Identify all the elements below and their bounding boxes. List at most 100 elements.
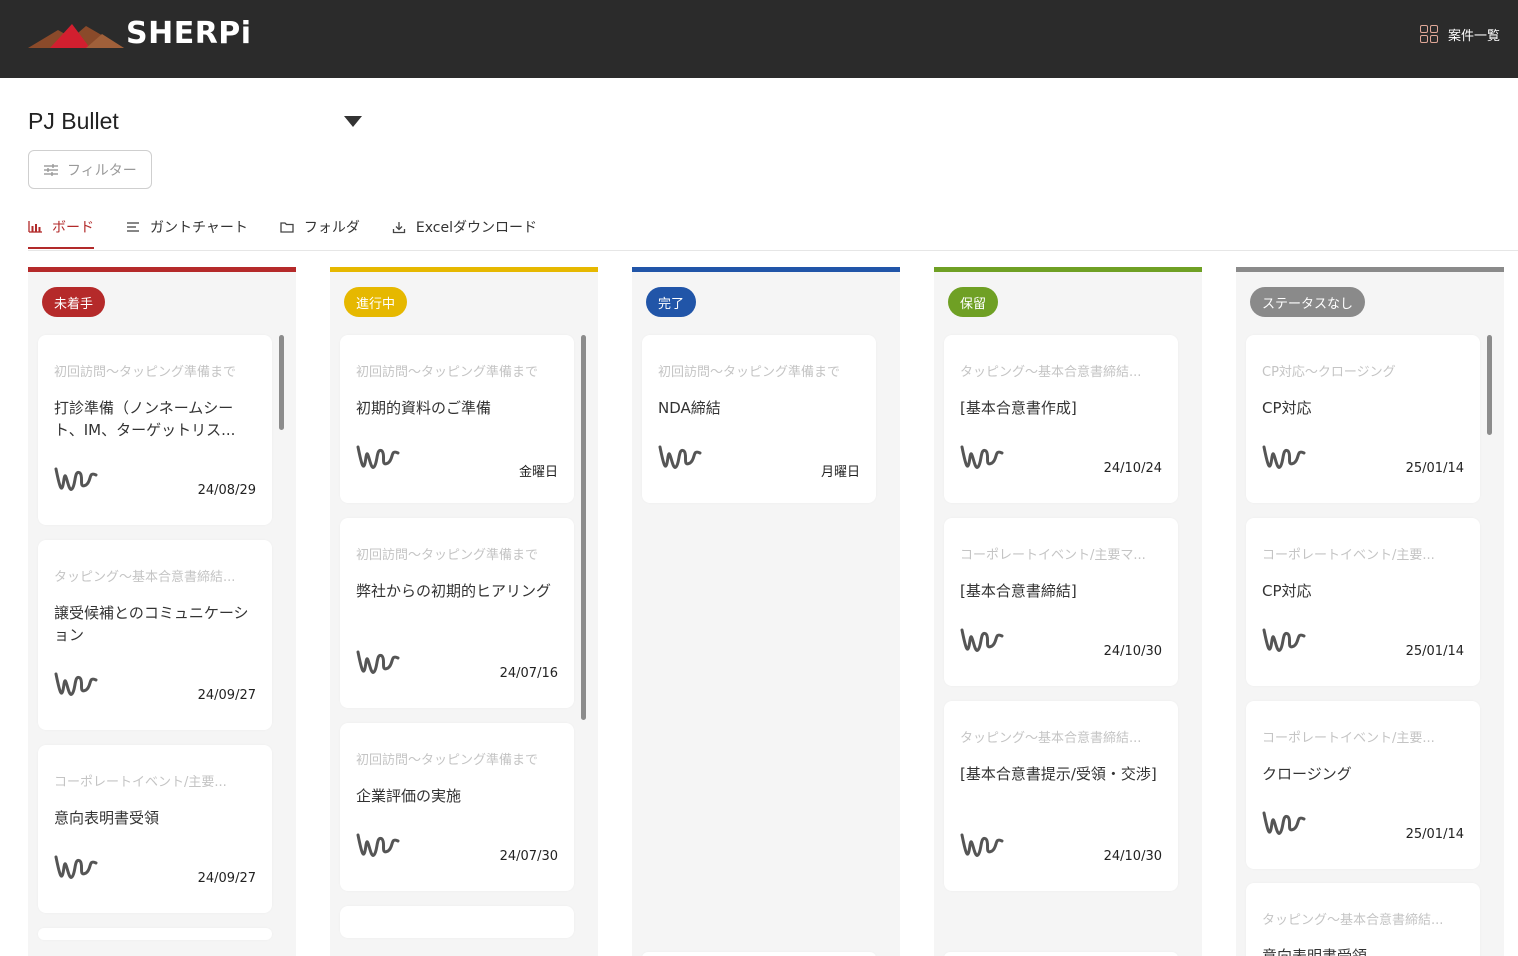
card-due-date: 24/07/30 <box>499 849 558 864</box>
assignee-signature-icon <box>54 467 98 491</box>
task-card[interactable]: タッピング〜基本合意書締結... 意向表明書受領 <box>1246 883 1480 956</box>
column-done: 完了 初回訪問〜タッピング準備まで NDA締結 月曜日 <box>632 267 900 956</box>
assignee-signature-icon <box>356 650 400 674</box>
task-card[interactable]: CP対応〜クロージング CP対応 25/01/14 <box>1246 335 1480 503</box>
tab-gantt[interactable]: ガントチャート <box>126 214 248 240</box>
card-title: NDA締結 <box>658 399 721 417</box>
gantt-icon <box>127 222 139 232</box>
task-card[interactable]: コーポレートイベント/主要マ... [基本合意書締結] 24/10/30 <box>944 518 1178 686</box>
task-card[interactable] <box>340 906 574 938</box>
card-phase: タッピング〜基本合意書締結... <box>54 570 236 585</box>
column-on-hold: 保留 タッピング〜基本合意書締結... [基本合意書作成] 24/10/24 コ… <box>934 267 1202 956</box>
tabs-divider <box>28 250 1518 251</box>
tab-gantt-label: ガントチャート <box>150 220 248 236</box>
top-bar: SHERPi 案件一覧 <box>0 0 1518 78</box>
tab-excel-download[interactable]: Excelダウンロード <box>392 214 537 240</box>
task-card[interactable]: タッピング〜基本合意書締結... 譲受候補とのコミュニケーション 24/09/2… <box>38 540 272 730</box>
card-title: 譲受候補とのコミュニケーション <box>54 604 249 644</box>
task-card[interactable]: 初回訪問〜タッピング準備まで NDA締結 月曜日 <box>642 335 876 503</box>
column-scrollbar[interactable] <box>581 335 586 720</box>
assignee-signature-icon <box>54 855 98 879</box>
card-due-date: 25/01/14 <box>1405 827 1464 842</box>
column-in-progress: 進行中 初回訪問〜タッピング準備まで 初期的資料のご準備 金曜日 初回訪問〜タッ… <box>330 267 598 956</box>
card-phase: コーポレートイベント/主要... <box>1262 548 1435 563</box>
card-title: 意向表明書受領 <box>1262 947 1368 956</box>
card-phase: タッピング〜基本合意書締結... <box>960 365 1142 380</box>
card-phase: 初回訪問〜タッピング準備まで <box>658 365 841 380</box>
task-card[interactable]: コーポレートイベント/主要... クロージング 25/01/14 <box>1246 701 1480 869</box>
card-title: 企業評価の実施 <box>356 787 462 805</box>
assignee-signature-icon <box>356 445 400 469</box>
card-title: [基本合意書作成] <box>960 399 1077 417</box>
grid-icon <box>1419 25 1438 43</box>
project-name[interactable]: PJ Bullet <box>28 108 119 135</box>
card-title: CP対応 <box>1262 399 1312 417</box>
assignee-signature-icon <box>1262 628 1306 652</box>
status-badge: 未着手 <box>42 287 106 317</box>
status-badge: 進行中 <box>344 287 408 317</box>
status-badge: 保留 <box>948 287 999 317</box>
mountain-logo-icon <box>28 24 124 48</box>
card-title: クロージング <box>1262 765 1352 783</box>
task-card[interactable]: 初回訪問〜タッピング準備まで 弊社からの初期的ヒアリング 24/07/16 <box>340 518 574 708</box>
tab-folder-label: フォルダ <box>303 220 360 236</box>
assignee-signature-icon <box>960 833 1004 857</box>
task-card[interactable]: コーポレートイベント/主要... 意向表明書受領 24/09/27 <box>38 745 272 913</box>
card-due-date: 月曜日 <box>820 465 860 480</box>
card-due-date: 24/08/29 <box>197 483 256 498</box>
tab-board[interactable]: ボード <box>28 214 94 249</box>
folder-icon <box>280 222 294 233</box>
card-title: CP対応 <box>1262 582 1312 600</box>
view-tabs: ボード ガントチャート フォルダ Excelダウンロード <box>28 214 569 250</box>
assignee-signature-icon <box>356 833 400 857</box>
card-due-date: 24/10/24 <box>1103 461 1162 476</box>
column-scrollbar[interactable] <box>1487 335 1492 435</box>
card-phase: 初回訪問〜タッピング準備まで <box>356 548 539 563</box>
card-phase: 初回訪問〜タッピング準備まで <box>356 753 539 768</box>
card-due-date: 24/09/27 <box>197 688 256 703</box>
caret-down-icon[interactable] <box>344 116 362 127</box>
card-title: [基本合意書提示/受領・交渉] <box>960 765 1157 783</box>
column-no-status: ステータスなし CP対応〜クロージング CP対応 25/01/14 コーポレート… <box>1236 267 1504 956</box>
task-card[interactable] <box>642 952 876 956</box>
card-phase: コーポレートイベント/主要マ... <box>960 548 1146 563</box>
assignee-signature-icon <box>1262 811 1306 835</box>
tab-excel-download-label: Excelダウンロード <box>415 220 537 236</box>
assignee-signature-icon <box>1262 445 1306 469</box>
assignee-signature-icon <box>960 628 1004 652</box>
card-due-date: 金曜日 <box>518 465 558 480</box>
task-card[interactable]: 初回訪問〜タッピング準備まで 打診準備（ノンネームシート、IM、ターゲットリス.… <box>38 335 272 525</box>
card-title: [基本合意書締結] <box>960 582 1077 600</box>
logo-text: SHERPi <box>126 16 252 51</box>
filter-button[interactable]: フィルター <box>28 150 152 189</box>
card-phase: コーポレートイベント/主要... <box>54 775 227 790</box>
sherpi-logo[interactable]: SHERPi <box>28 14 268 54</box>
card-title: 打診準備（ノンネームシート、IM、ターゲットリス... <box>54 399 236 439</box>
task-card[interactable]: 初回訪問〜タッピング準備まで 初期的資料のご準備 金曜日 <box>340 335 574 503</box>
column-scrollbar[interactable] <box>279 335 284 430</box>
download-icon <box>392 221 406 233</box>
project-list-label: 案件一覧 <box>1447 28 1500 44</box>
project-list-link[interactable]: 案件一覧 <box>1419 22 1500 46</box>
card-phase: 初回訪問〜タッピング準備まで <box>356 365 539 380</box>
task-card[interactable]: タッピング〜基本合意書締結... [基本合意書作成] 24/10/24 <box>944 335 1178 503</box>
column-not-started: 未着手 初回訪問〜タッピング準備まで 打診準備（ノンネームシート、IM、ターゲッ… <box>28 267 296 956</box>
card-title: 弊社からの初期的ヒアリング <box>356 582 552 600</box>
card-title: 意向表明書受領 <box>54 809 160 827</box>
task-card[interactable] <box>38 928 272 940</box>
assignee-signature-icon <box>960 445 1004 469</box>
task-card[interactable]: タッピング〜基本合意書締結... [基本合意書提示/受領・交渉] 24/10/3… <box>944 701 1178 891</box>
card-due-date: 24/10/30 <box>1103 849 1162 864</box>
tab-folder[interactable]: フォルダ <box>280 214 360 240</box>
filter-sliders-icon <box>44 163 58 176</box>
task-card[interactable]: 初回訪問〜タッピング準備まで 企業評価の実施 24/07/30 <box>340 723 574 891</box>
task-card[interactable]: コーポレートイベント/主要... CP対応 25/01/14 <box>1246 518 1480 686</box>
card-phase: タッピング〜基本合意書締結... <box>1262 913 1444 928</box>
assignee-signature-icon <box>54 672 98 696</box>
task-card[interactable] <box>944 952 1178 956</box>
card-phase: CP対応〜クロージング <box>1262 365 1396 380</box>
card-phase: コーポレートイベント/主要... <box>1262 731 1435 746</box>
status-badge: ステータスなし <box>1250 287 1366 317</box>
card-phase: 初回訪問〜タッピング準備まで <box>54 365 237 380</box>
tab-board-label: ボード <box>52 220 94 236</box>
